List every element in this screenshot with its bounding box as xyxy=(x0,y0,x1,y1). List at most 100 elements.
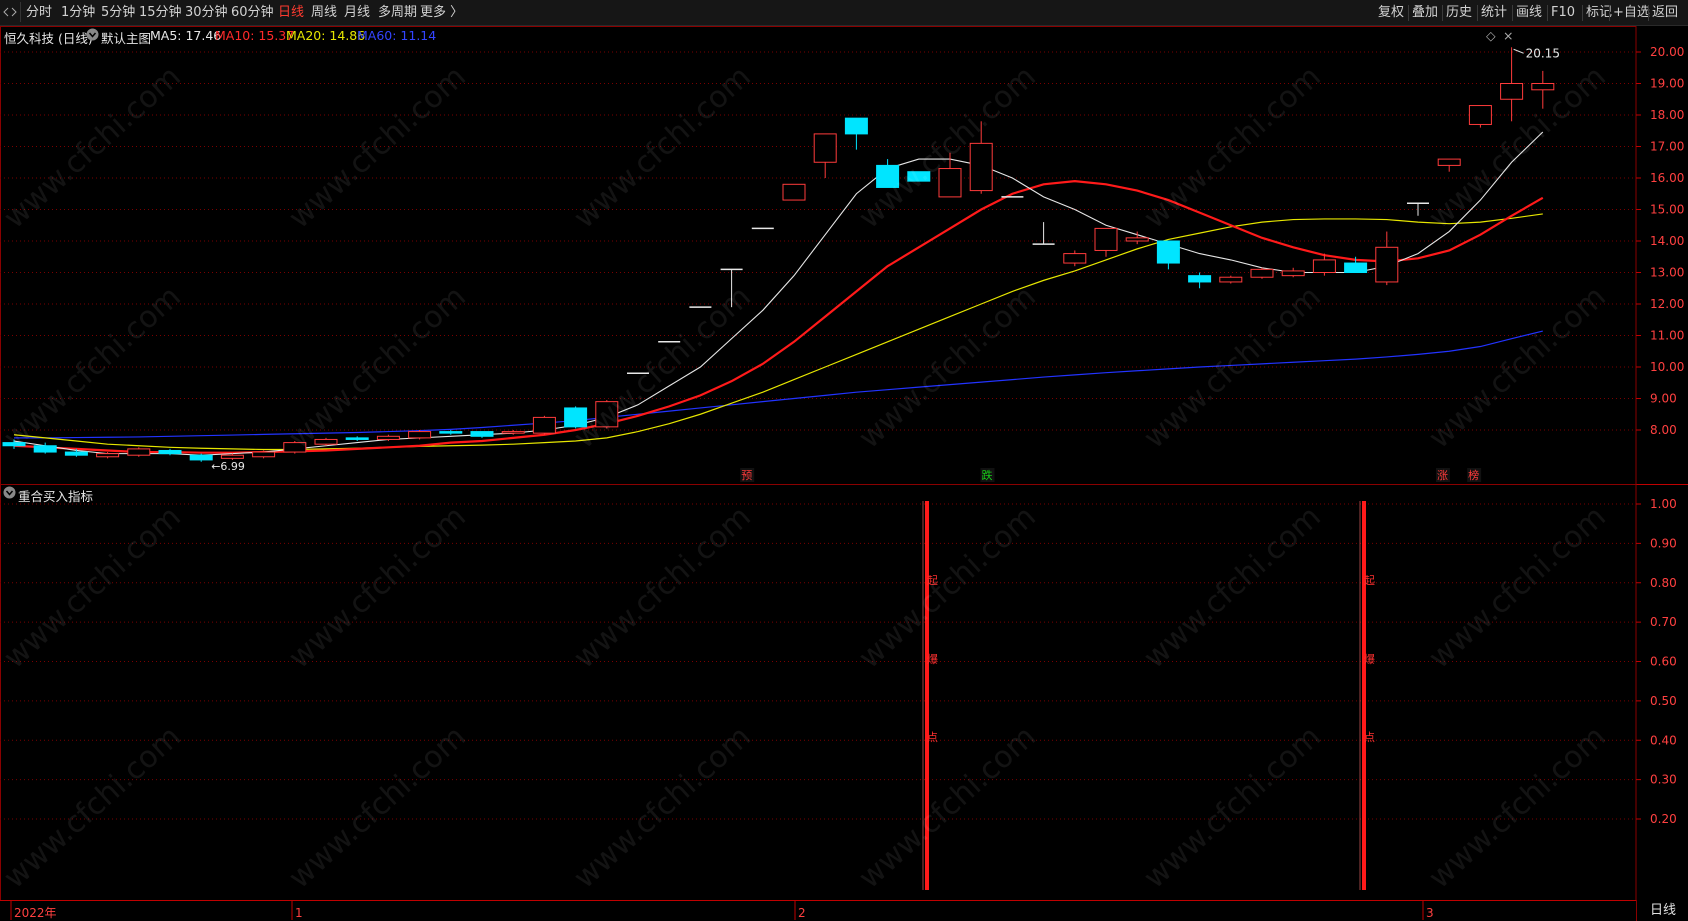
ma20-line xyxy=(13,213,1543,451)
price-tick-label: 20.00 xyxy=(1650,45,1684,59)
candle-up xyxy=(127,448,151,456)
toolbar-button-7[interactable]: +自选 xyxy=(1613,4,1650,22)
price-tick-label: 11.00 xyxy=(1650,329,1684,343)
candle-up xyxy=(220,454,244,459)
candle-up xyxy=(252,451,276,458)
toolbar-button-1[interactable]: 叠加 xyxy=(1412,4,1438,22)
buy-signal-bar xyxy=(925,501,929,890)
date-axis-label: 3 xyxy=(1426,906,1434,920)
candle-down xyxy=(158,449,182,455)
signal-char: 爆 xyxy=(927,652,938,666)
period-tab-0[interactable]: 分时 xyxy=(26,4,52,22)
candle-up xyxy=(1375,246,1399,283)
candle-up xyxy=(283,442,307,453)
candle-up xyxy=(1531,83,1555,91)
period-tab-2[interactable]: 5分钟 xyxy=(101,4,135,22)
period-tab-6[interactable]: 日线 xyxy=(278,4,304,22)
toolbar-separator xyxy=(1512,5,1513,21)
toolbar-button-0[interactable]: 复权 xyxy=(1378,4,1404,22)
candle-up xyxy=(1312,259,1336,273)
signal-char: 爆 xyxy=(1364,652,1375,666)
period-toolbar: 分时 1分钟 5分钟 15分钟 30分钟 60分钟 日线 周线 月线 多周期 更多 〉 复权 叠加 历史… xyxy=(0,0,1688,26)
candle-down xyxy=(1156,240,1180,264)
ma60-line xyxy=(14,330,1543,439)
indicator-tick-label: 0.30 xyxy=(1650,773,1677,787)
signal-marker-1: 跌 xyxy=(981,468,992,482)
period-tab-4[interactable]: 30分钟 xyxy=(185,4,228,22)
candle-up xyxy=(595,401,619,428)
toolbar-separator xyxy=(1547,5,1548,21)
signal-marker-0: 预 xyxy=(741,469,752,482)
candle-up xyxy=(314,438,338,445)
kline-chart[interactable]: 20.00 19.00 1 8.00 17.00 16.00 15.00 14.00 13.00… xyxy=(0,26,1688,921)
ma5-line xyxy=(13,131,1544,456)
candle-down xyxy=(844,117,868,135)
candle-down xyxy=(439,431,463,434)
period-tab-9[interactable]: 多周期 xyxy=(378,4,417,22)
candle-up xyxy=(938,168,962,198)
candle-down xyxy=(1188,275,1212,283)
toolbar-separator xyxy=(1648,5,1649,21)
candle-down xyxy=(64,451,88,456)
candle-up xyxy=(1468,105,1492,125)
candle-up xyxy=(408,431,432,439)
indicator-tick-label: 0.20 xyxy=(1650,812,1677,826)
indicator-tick-label: 0.90 xyxy=(1650,536,1677,550)
period-tab-8[interactable]: 月线 xyxy=(344,4,370,22)
candle-up xyxy=(1094,227,1118,251)
signal-marker-3: 榜 xyxy=(1468,468,1479,482)
candle-down xyxy=(33,445,57,453)
price-tick-label: 17.00 xyxy=(1650,140,1684,154)
signal-marker-2: 涨 xyxy=(1437,469,1448,482)
candle-down xyxy=(907,171,931,182)
date-axis-label: 1 xyxy=(295,906,303,920)
signal-char: 点 xyxy=(1364,731,1375,744)
price-tick-label: 12.00 xyxy=(1650,297,1684,311)
candle-up xyxy=(96,453,120,458)
toolbar-button-5[interactable]: F10 xyxy=(1551,4,1575,22)
candle-up xyxy=(376,435,400,440)
candle-up xyxy=(532,416,556,434)
signal-char: 起 xyxy=(1364,574,1375,587)
period-tab-5[interactable]: 60分钟 xyxy=(231,4,274,22)
toolbar-button-4[interactable]: 画线 xyxy=(1516,4,1542,22)
period-tab-10[interactable]: 更多 〉 xyxy=(420,4,463,22)
sub-panel-border xyxy=(0,484,1637,901)
date-axis-label: 2 xyxy=(798,906,806,920)
candle-down xyxy=(470,431,494,437)
indicator-tick-label: 1.00 xyxy=(1650,497,1677,511)
period-tab-7[interactable]: 周线 xyxy=(311,4,337,22)
period-tab-1[interactable]: 1分钟 xyxy=(61,4,95,22)
toolbar-separator xyxy=(1609,5,1610,21)
candle-down xyxy=(345,437,369,440)
candle-up xyxy=(813,133,837,163)
low-price-label: ←6.99 xyxy=(211,460,245,473)
period-tab-3[interactable]: 15分钟 xyxy=(139,4,182,22)
candle-down xyxy=(2,442,26,447)
buy-signal-bar xyxy=(1362,501,1366,890)
price-tick-label: 15.00 xyxy=(1650,203,1684,217)
toolbar-button-2[interactable]: 历史 xyxy=(1446,4,1472,22)
toolbar-separator xyxy=(1477,5,1478,21)
price-tick-label: 19.00 xyxy=(1650,77,1684,91)
price-tick-label: 8.00 xyxy=(1650,423,1677,437)
toolbar-separator xyxy=(1408,5,1409,21)
candle-up xyxy=(782,183,806,201)
candle-down xyxy=(876,164,900,188)
toolbar-separator xyxy=(1442,5,1443,21)
toolbar-button-3[interactable]: 统计 xyxy=(1481,4,1507,22)
signal-char: 起 xyxy=(927,574,938,587)
candle-up xyxy=(1281,270,1305,277)
menu-corner-icon[interactable] xyxy=(0,2,21,22)
price-tick-label: 13.00 xyxy=(1650,266,1684,280)
toolbar-button-8[interactable]: 返回 xyxy=(1652,4,1678,22)
toolbar-separator xyxy=(1582,5,1583,21)
period-label[interactable]: 日线 xyxy=(1636,900,1688,921)
high-price-label: 20.15 xyxy=(1526,46,1560,60)
price-tick-label: 14.00 xyxy=(1650,234,1684,248)
candle-up xyxy=(969,142,993,192)
candle-up xyxy=(1063,253,1087,264)
candle-up xyxy=(501,431,525,434)
price-tick-label: 16.00 xyxy=(1650,171,1684,185)
candle-up xyxy=(1219,276,1243,283)
